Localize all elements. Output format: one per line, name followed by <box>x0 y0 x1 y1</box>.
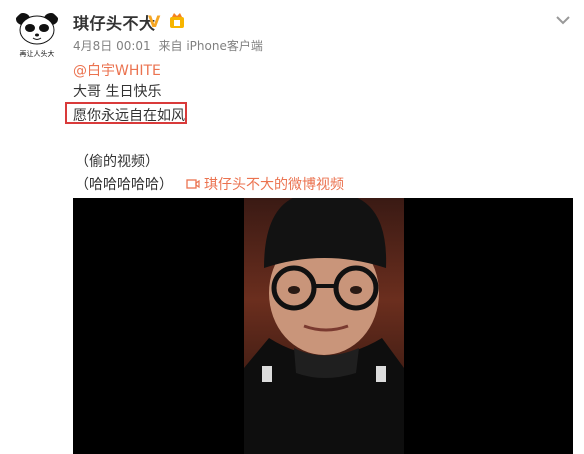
video-link-label: 琪仔头不大的微博视频 <box>204 177 344 193</box>
post-text-line-highlighted: 愿你永远自在如风 <box>73 108 185 124</box>
post-text-line: （哈哈哈哈哈） <box>75 177 173 193</box>
username[interactable]: 琪仔头不大 <box>73 10 156 34</box>
video-link[interactable]: 琪仔头不大的微博视频 <box>186 174 344 194</box>
avatar[interactable]: 再让人头大 <box>10 8 64 62</box>
video-camera-icon <box>186 179 200 189</box>
avatar-caption: 再让人头大 <box>20 49 55 58</box>
avatar-panda-icon: 再让人头大 <box>11 9 63 61</box>
member-icon[interactable] <box>168 12 186 30</box>
post-meta: 4月8日 00:01 来自 iPhone客户端 <box>73 37 267 54</box>
post-text-line: （偷的视频） <box>75 154 159 170</box>
highlight-box: 愿你永远自在如风 <box>65 102 187 124</box>
chevron-down-icon[interactable] <box>556 10 570 25</box>
mention-link[interactable]: @白宇WHITE <box>73 60 161 80</box>
post-source: 来自 iPhone客户端 <box>158 39 263 53</box>
post-text-line: 大哥 生日快乐 <box>73 84 162 100</box>
post-timestamp[interactable]: 4月8日 00:01 <box>73 39 151 53</box>
verified-icon: V <box>148 12 161 31</box>
video-frame <box>244 198 404 454</box>
